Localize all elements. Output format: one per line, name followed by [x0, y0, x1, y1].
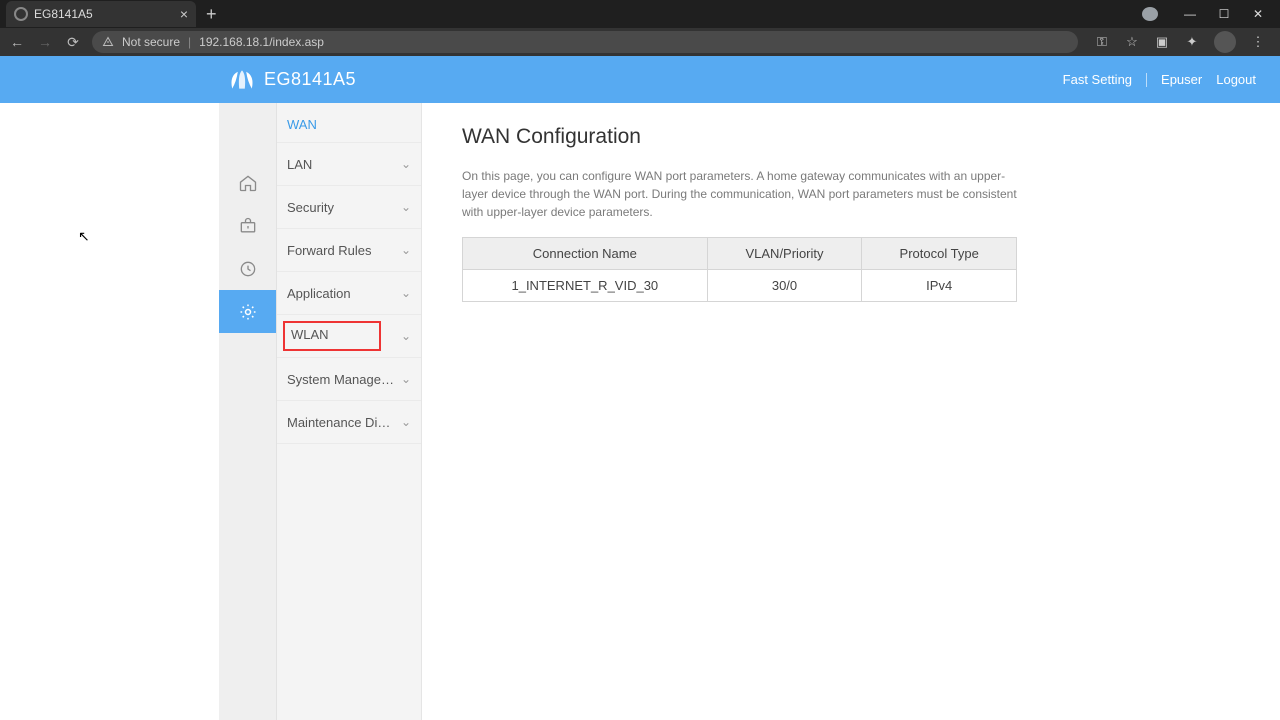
- logout-link[interactable]: Logout: [1216, 72, 1256, 87]
- omnibox-separator: |: [188, 35, 191, 49]
- maximize-icon[interactable]: ☐: [1216, 7, 1232, 21]
- app-header: EG8141A5 Fast Setting Epuser Logout: [0, 56, 1280, 103]
- key-icon[interactable]: ⚿: [1094, 34, 1110, 50]
- tab-favicon: [14, 7, 28, 21]
- nav-item-wlan[interactable]: WLAN ⌄: [277, 315, 421, 358]
- device-model: EG8141A5: [264, 69, 356, 90]
- main-content: WAN Configuration On this page, you can …: [422, 103, 1057, 720]
- toolbar-actions: ⚿ ☆ ▣ ✦ ⋮: [1088, 31, 1272, 53]
- side-nav: WAN LAN ⌄ Security ⌄ Forward Rules ⌄ App…: [277, 103, 422, 720]
- nav-item-forward-rules[interactable]: Forward Rules ⌄: [277, 229, 421, 272]
- extensions-icon[interactable]: ✦: [1184, 34, 1200, 50]
- wan-table: Connection Name VLAN/Priority Protocol T…: [462, 237, 1017, 302]
- cell-vlan-priority: 30/0: [707, 270, 862, 302]
- browser-chrome: EG8141A5 × + ― ☐ ✕ ← → ⟳ Not secure | 19…: [0, 0, 1280, 56]
- left-gutter: [0, 103, 219, 720]
- col-protocol-type: Protocol Type: [862, 238, 1017, 270]
- cell-connection-name: 1_INTERNET_R_VID_30: [463, 270, 708, 302]
- user-link[interactable]: Epuser: [1161, 72, 1202, 87]
- rail-clock-icon[interactable]: [219, 247, 276, 290]
- col-connection-name: Connection Name: [463, 238, 708, 270]
- nav-item-wan[interactable]: WAN: [277, 103, 421, 143]
- forward-button[interactable]: →: [36, 34, 54, 50]
- tab-strip: EG8141A5 × + ― ☐ ✕: [0, 0, 1280, 28]
- brand-logo-icon: [228, 69, 256, 91]
- nav-item-system-management[interactable]: System Management ⌄: [277, 358, 421, 401]
- window-controls: ― ☐ ✕: [1142, 7, 1280, 21]
- close-window-icon[interactable]: ✕: [1250, 7, 1266, 21]
- rail-home-icon[interactable]: [219, 161, 276, 204]
- profile-avatar[interactable]: [1214, 31, 1236, 53]
- menu-icon[interactable]: ⋮: [1250, 34, 1266, 50]
- chevron-down-icon: ⌄: [401, 157, 411, 171]
- browser-toolbar: ← → ⟳ Not secure | 192.168.18.1/index.as…: [0, 28, 1280, 56]
- app-body: WAN LAN ⌄ Security ⌄ Forward Rules ⌄ App…: [0, 103, 1280, 720]
- cell-protocol-type: IPv4: [862, 270, 1017, 302]
- chevron-down-icon: ⌄: [401, 415, 411, 429]
- rail-settings-icon[interactable]: [219, 290, 276, 333]
- brand: EG8141A5: [228, 69, 356, 91]
- table-row[interactable]: 1_INTERNET_R_VID_30 30/0 IPv4: [463, 270, 1017, 302]
- new-tab-button[interactable]: +: [196, 4, 227, 25]
- header-links: Fast Setting Epuser Logout: [1063, 72, 1256, 87]
- chevron-down-icon: ⌄: [401, 243, 411, 257]
- chevron-down-icon: ⌄: [401, 329, 411, 343]
- chevron-down-icon: ⌄: [401, 200, 411, 214]
- page-title: WAN Configuration: [462, 125, 1017, 149]
- url-text: 192.168.18.1/index.asp: [199, 35, 324, 49]
- security-label: Not secure: [122, 35, 180, 49]
- browser-tab[interactable]: EG8141A5 ×: [6, 1, 196, 27]
- chevron-down-icon: ⌄: [401, 286, 411, 300]
- profile-icon[interactable]: [1142, 7, 1158, 21]
- minimize-icon[interactable]: ―: [1182, 7, 1198, 21]
- table-header-row: Connection Name VLAN/Priority Protocol T…: [463, 238, 1017, 270]
- tab-title: EG8141A5: [34, 7, 174, 21]
- rail-toolbox-icon[interactable]: [219, 204, 276, 247]
- nav-item-application[interactable]: Application ⌄: [277, 272, 421, 315]
- col-vlan-priority: VLAN/Priority: [707, 238, 862, 270]
- right-gutter: [1057, 103, 1280, 720]
- back-button[interactable]: ←: [8, 34, 26, 50]
- reload-button[interactable]: ⟳: [64, 34, 82, 51]
- page-description: On this page, you can configure WAN port…: [462, 167, 1017, 221]
- nav-item-security[interactable]: Security ⌄: [277, 186, 421, 229]
- header-divider: [1146, 73, 1147, 87]
- fast-setting-link[interactable]: Fast Setting: [1063, 72, 1132, 87]
- not-secure-icon: [102, 36, 114, 48]
- nav-item-lan[interactable]: LAN ⌄: [277, 143, 421, 186]
- tab-close-icon[interactable]: ×: [180, 6, 188, 22]
- bookmark-icon[interactable]: ☆: [1124, 34, 1140, 50]
- address-bar[interactable]: Not secure | 192.168.18.1/index.asp: [92, 31, 1078, 53]
- extension-icon-1[interactable]: ▣: [1154, 34, 1170, 50]
- nav-item-maintenance-diagnostics[interactable]: Maintenance Diagno.. ⌄: [277, 401, 421, 444]
- icon-rail: [219, 103, 277, 720]
- chevron-down-icon: ⌄: [401, 372, 411, 386]
